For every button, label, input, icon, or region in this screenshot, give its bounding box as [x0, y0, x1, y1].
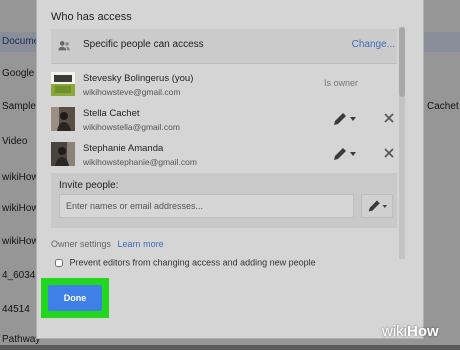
prevent-editors-option[interactable]: Prevent editors from changing access and…	[55, 257, 316, 268]
collaborator-email: wikihowstella@gmail.com	[83, 122, 180, 132]
access-level-row: Specific people can access Change...	[51, 29, 397, 64]
people-icon	[58, 41, 70, 51]
watermark-wiki: wiki	[382, 323, 407, 340]
close-icon[interactable]	[381, 145, 397, 161]
close-icon[interactable]	[381, 110, 397, 126]
collaborator-name: Stephanie Amanda	[83, 143, 164, 154]
collaborator-row: Stevesky Bolingerus (you) wikihowsteve@g…	[51, 69, 397, 103]
prevent-editors-checkbox[interactable]	[55, 258, 63, 267]
edit-permission-dropdown[interactable]	[331, 110, 361, 128]
wikihow-watermark: wikiHow	[382, 323, 439, 340]
person-avatar	[51, 142, 75, 166]
invite-label: Invite people:	[59, 180, 119, 191]
access-level-label: Specific people can access	[83, 39, 204, 50]
collaborator-name: Stella Cachet	[83, 108, 140, 119]
invite-permission-dropdown[interactable]	[361, 194, 393, 218]
owner-settings-label: Owner settings	[51, 239, 112, 249]
owner-settings: Owner settings Learn more	[51, 239, 164, 249]
collaborator-row: Stella Cachet wikihowstella@gmail.com	[51, 104, 397, 138]
done-button[interactable]: Done	[48, 285, 102, 311]
wikihow-logo-avatar	[51, 72, 75, 96]
prevent-editors-label: Prevent editors from changing access and…	[69, 257, 316, 268]
edit-permission-dropdown[interactable]	[331, 145, 361, 163]
change-access-link[interactable]: Change...	[352, 39, 395, 50]
collaborator-email: wikihowsteve@gmail.com	[83, 87, 181, 97]
collaborator-email: wikihowstephanie@gmail.com	[83, 157, 197, 167]
collaborator-name: Stevesky Bolingerus (you)	[83, 73, 194, 84]
invite-people-input[interactable]	[59, 194, 354, 218]
learn-more-link[interactable]: Learn more	[118, 239, 164, 249]
dialog-title: Who has access	[51, 11, 132, 23]
scrollbar[interactable]	[399, 27, 405, 259]
done-button-highlight: Done	[41, 278, 109, 318]
watermark-how: How	[407, 323, 439, 340]
owner-role-label: Is owner	[324, 78, 359, 88]
invite-section: Invite people:	[51, 173, 397, 228]
person-avatar	[51, 107, 75, 131]
scrollbar-thumb[interactable]	[399, 27, 405, 97]
collaborator-row: Stephanie Amanda wikihowstephanie@gmail.…	[51, 139, 397, 173]
